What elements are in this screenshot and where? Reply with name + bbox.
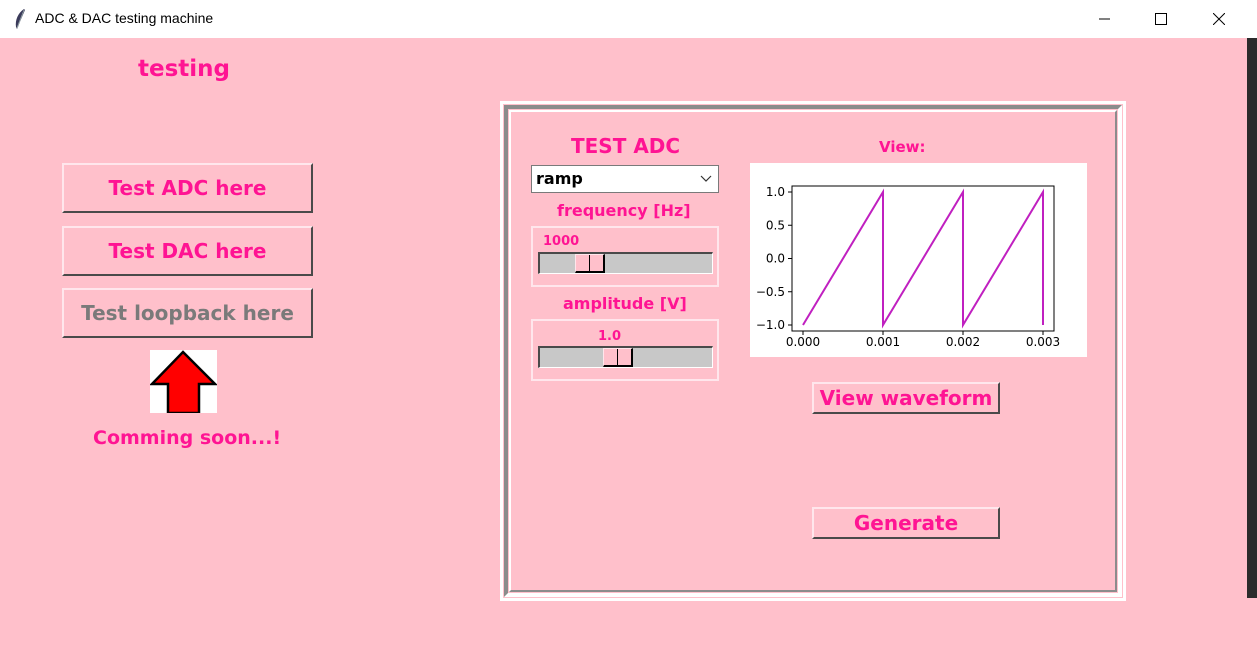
feather-icon [15, 9, 25, 29]
red-up-arrow-icon [149, 350, 219, 415]
test-adc-button[interactable]: Test ADC here [62, 163, 313, 213]
title-bar: ADC & DAC testing machine [0, 0, 1257, 38]
close-icon [1213, 13, 1225, 25]
chevron-down-icon [700, 175, 712, 182]
coming-soon-label: Comming soon...! [93, 427, 282, 449]
amplitude-slider-handle[interactable] [603, 348, 633, 367]
x-tick-label: 0.002 [946, 335, 980, 349]
test-loopback-button[interactable]: Test loopback here [62, 288, 313, 338]
y-tick-label: 0.0 [766, 252, 785, 266]
frequency-label: frequency [Hz] [557, 201, 691, 220]
generate-button[interactable]: Generate [812, 507, 1000, 539]
close-button[interactable] [1190, 0, 1248, 38]
y-tick-label: 1.0 [766, 185, 785, 199]
minimize-icon [1099, 18, 1110, 20]
frequency-slider-handle[interactable] [575, 254, 605, 273]
waveform-plot: 0.000 0.001 0.002 0.003 1.0 0.5 0.0 −0.5 −1.0 [750, 163, 1087, 357]
y-tick-label: 0.5 [766, 218, 785, 232]
maximize-button[interactable] [1132, 0, 1190, 38]
window-title: ADC & DAC testing machine [35, 10, 214, 26]
frequency-scale: 1000 [531, 226, 719, 287]
frequency-trough[interactable] [538, 252, 713, 274]
amplitude-trough[interactable] [538, 346, 713, 368]
panel-title: TEST ADC [571, 134, 681, 158]
test-dac-button[interactable]: Test DAC here [62, 226, 313, 276]
background-window-edge [1247, 38, 1257, 598]
waveform-chart: 0.000 0.001 0.002 0.003 1.0 0.5 0.0 −0.5 −1.0 [756, 185, 1060, 349]
x-tick-label: 0.001 [866, 335, 900, 349]
view-label: View: [879, 138, 926, 156]
amplitude-label: amplitude [V] [563, 294, 687, 313]
x-tick-label: 0.003 [1026, 335, 1060, 349]
arrow-image [149, 350, 219, 415]
frequency-value: 1000 [543, 234, 580, 249]
amplitude-scale: 1.0 [531, 319, 719, 381]
maximize-icon [1155, 13, 1167, 25]
view-waveform-button[interactable]: View waveform [812, 382, 1000, 414]
page-heading: testing [138, 56, 230, 82]
series-line [802, 188, 1044, 329]
y-tick-label: −0.5 [756, 285, 785, 299]
waveform-select-value: ramp [536, 169, 583, 188]
waveform-select[interactable]: ramp [531, 165, 719, 193]
y-tick-label: −1.0 [756, 318, 785, 332]
amplitude-value: 1.0 [598, 329, 622, 344]
x-tick-label: 0.000 [786, 335, 820, 349]
minimize-button[interactable] [1076, 0, 1134, 38]
